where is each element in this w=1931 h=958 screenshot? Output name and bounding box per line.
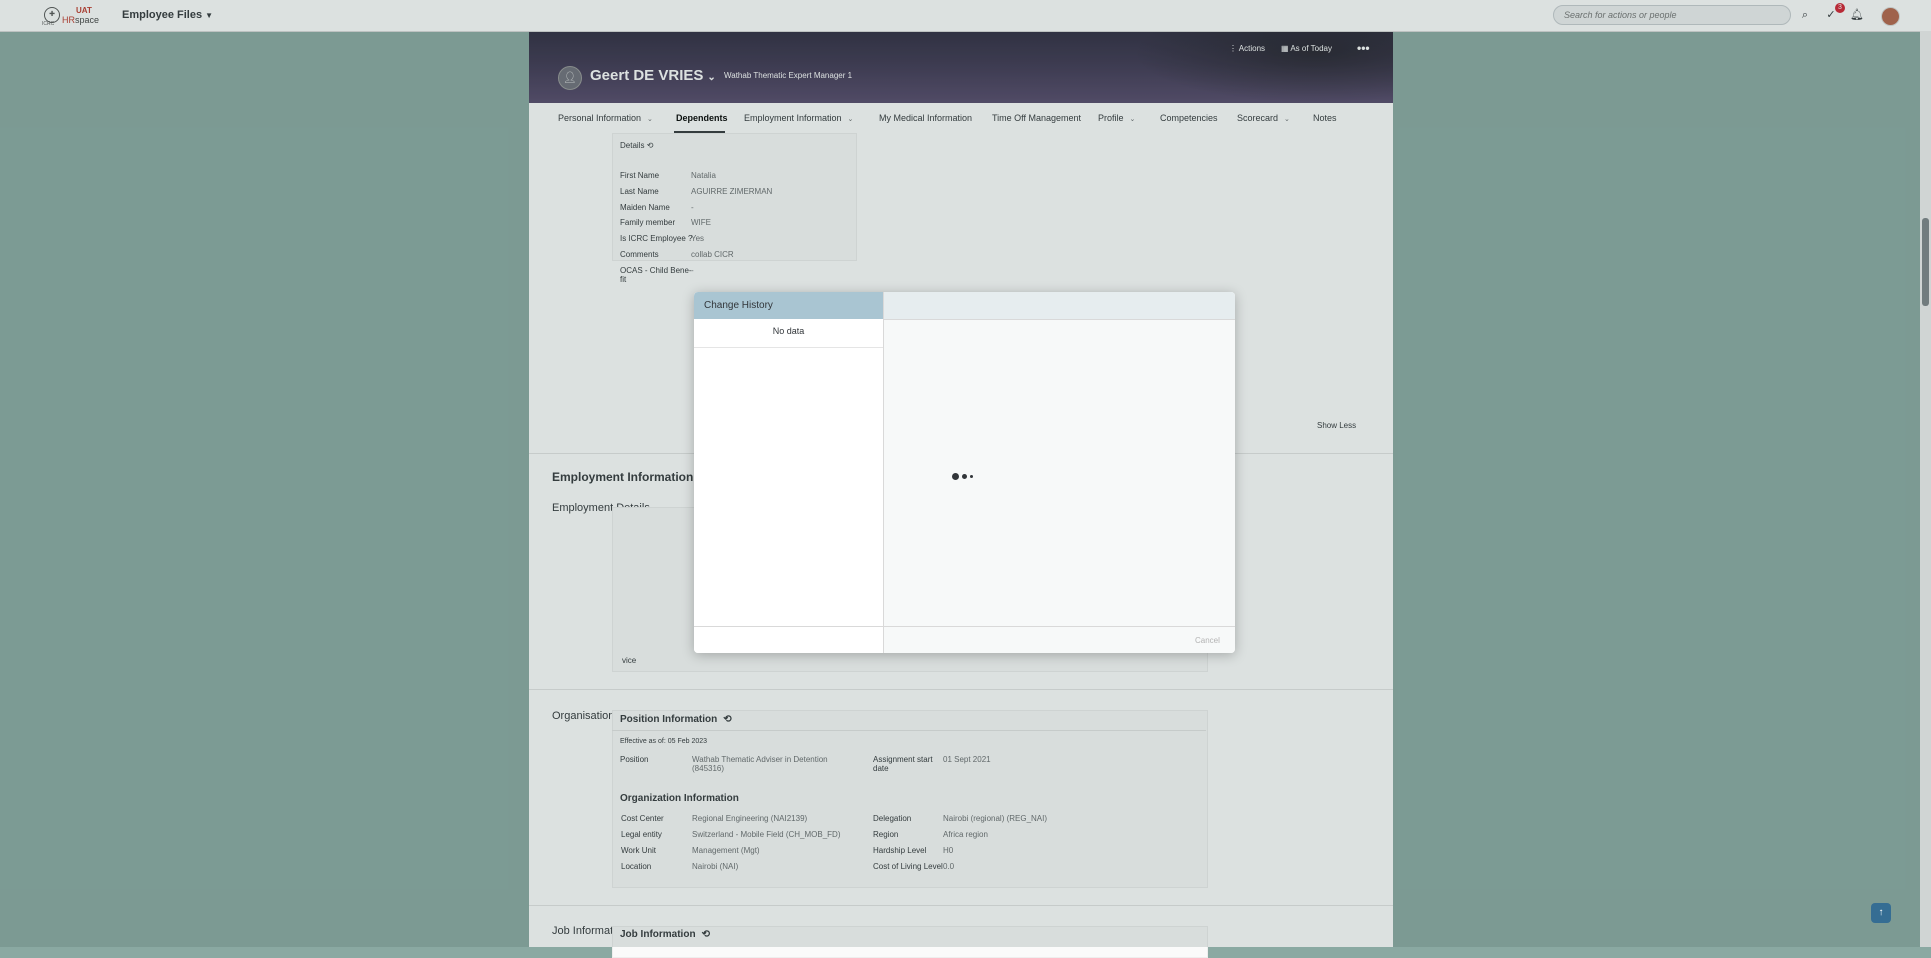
detail-header bbox=[884, 292, 1235, 320]
no-data-message: No data bbox=[772, 326, 805, 336]
loading-dot bbox=[962, 473, 967, 479]
list-divider bbox=[694, 347, 883, 348]
loading-dot bbox=[952, 472, 959, 480]
cancel-button[interactable]: Cancel bbox=[1195, 636, 1220, 645]
scroll-to-top-button[interactable]: ↑ bbox=[1871, 903, 1891, 923]
history-detail-pane: Cancel bbox=[884, 292, 1235, 653]
arrow-up-icon: ↑ bbox=[1878, 907, 1884, 918]
footer-divider bbox=[694, 626, 883, 627]
loading-dot bbox=[970, 474, 973, 478]
dialog-header: Change History bbox=[694, 292, 883, 319]
history-list-pane: Change History No data bbox=[694, 292, 884, 653]
footer-divider bbox=[884, 626, 1235, 627]
change-history-dialog: Change History No data Cancel bbox=[694, 292, 1235, 653]
dialog-title: Change History bbox=[704, 300, 773, 311]
loading-indicator bbox=[952, 470, 976, 482]
